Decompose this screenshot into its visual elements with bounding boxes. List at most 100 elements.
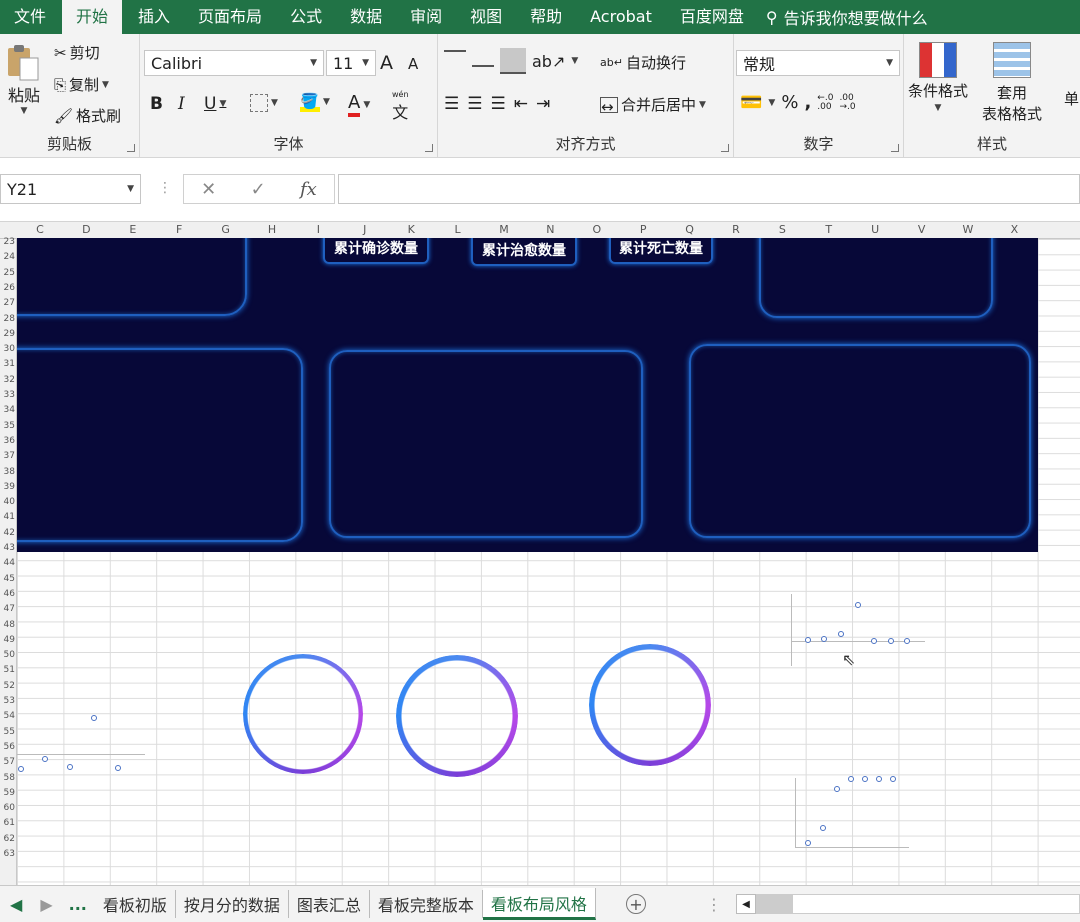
clipboard-launcher-icon[interactable] [127,144,135,152]
sheet-tab[interactable]: 看板完整版本 [370,890,483,918]
ribbon-tab[interactable]: 开始 [62,0,123,34]
scatter-point[interactable] [888,638,894,644]
alignment-launcher-icon[interactable] [721,144,729,152]
row-header[interactable]: 24 [0,252,16,262]
row-header[interactable]: 31 [0,359,16,369]
chevron-down-icon[interactable]: ▼ [363,100,370,110]
scatter-point[interactable] [876,776,882,782]
row-header[interactable]: 26 [0,283,16,293]
splitter-icon[interactable]: ⋮ [706,895,722,914]
borders-button[interactable]: ▼ [250,94,278,112]
wrap-text-button[interactable]: ab↵ 自动换行 [600,52,686,73]
worksheet-grid[interactable]: CDEFGHIJKLMNOPQRSTUVWX 23 24 25 26 27 28 29 30 3… [0,222,1080,885]
column-header[interactable]: M [481,223,527,236]
sheet-tab[interactable]: 看板布局风格 [482,888,596,920]
row-header[interactable]: 27 [0,298,16,308]
progress-ring[interactable] [243,654,363,774]
row-header[interactable]: 55 [0,727,16,737]
grow-font-button[interactable]: A [380,52,393,74]
scatter-point[interactable] [805,840,811,846]
column-header[interactable]: Q [667,223,713,236]
phonetic-button[interactable]: wén 文 [392,90,409,123]
cell-styles-button[interactable]: 单 [1064,88,1079,109]
increase-indent-icon[interactable]: ⇥ [536,94,550,114]
row-header[interactable]: 62 [0,834,16,844]
align-top-icon[interactable] [444,50,466,72]
column-header[interactable]: V [899,223,945,236]
row-header[interactable]: 43 [0,543,16,553]
orientation-icon[interactable]: ab↗ [532,52,565,71]
decrease-indent-icon[interactable]: ⇤ [514,94,528,114]
row-header[interactable]: 39 [0,482,16,492]
horizontal-scrollbar[interactable] [755,894,792,914]
font-color-button[interactable]: A ▼ [348,92,370,117]
row-header[interactable]: 42 [0,528,16,538]
row-header[interactable]: 51 [0,665,16,675]
scatter-point[interactable] [838,631,844,637]
hscroll-left-icon[interactable]: ◀ [735,894,756,914]
row-header[interactable]: 50 [0,650,16,660]
column-header[interactable]: X [991,223,1037,236]
row-header[interactable]: 48 [0,620,16,630]
row-header[interactable]: 44 [0,558,16,568]
tell-me-search[interactable]: ⚲ 告诉我你想要做什么 [758,5,928,29]
column-header[interactable]: L [435,223,481,236]
scatter-point[interactable] [18,766,24,772]
row-header[interactable]: 28 [0,314,16,324]
currency-icon[interactable]: 💳 [740,92,762,113]
scatter-point[interactable] [855,602,861,608]
comma-button[interactable]: , [804,92,811,113]
scatter-point[interactable] [67,764,73,770]
column-header[interactable]: J [342,223,388,236]
row-header[interactable]: 52 [0,681,16,691]
chevron-down-icon[interactable]: ▼ [127,184,134,194]
row-header[interactable]: 25 [0,268,16,278]
row-header[interactable]: 41 [0,512,16,522]
number-format-combo[interactable]: 常规 ▼ [736,50,900,76]
name-box[interactable]: Y21 ▼ [0,174,141,204]
scatter-point[interactable] [821,636,827,642]
row-header[interactable]: 59 [0,788,16,798]
bold-button[interactable]: B [150,94,163,114]
number-launcher-icon[interactable] [891,144,899,152]
scatter-point[interactable] [820,825,826,831]
format-painter-button[interactable]: 🖌 格式刷 [54,105,121,126]
column-header[interactable]: R [713,223,759,236]
paste-dropdown-icon[interactable]: ▼ [21,106,28,116]
row-header[interactable]: 33 [0,390,16,400]
column-header[interactable]: I [295,223,341,236]
scatter-point[interactable] [834,786,840,792]
row-header[interactable]: 34 [0,405,16,415]
format-as-table-button[interactable]: 套用 表格格式 [982,42,1042,124]
chevron-down-icon[interactable]: ▼ [323,97,330,107]
chevron-down-icon[interactable]: ▼ [219,99,226,109]
scatter-point[interactable] [890,776,896,782]
insert-function-icon[interactable]: fx [300,179,317,200]
row-header[interactable]: 32 [0,375,16,385]
scatter-point[interactable] [91,715,97,721]
shrink-font-button[interactable]: A [408,55,418,73]
increase-decimal-icon[interactable]: ←.0.00 [817,93,833,112]
column-header[interactable]: W [945,223,991,236]
column-header[interactable]: K [388,223,434,236]
align-left-icon[interactable]: ☰ [444,94,459,114]
cancel-icon[interactable]: ✕ [201,179,216,200]
add-sheet-icon[interactable]: + [625,894,646,914]
row-header[interactable]: 35 [0,421,16,431]
underline-button[interactable]: U ▼ [204,94,226,114]
ribbon-tab[interactable]: 审阅 [396,0,456,34]
column-header[interactable]: D [63,223,109,236]
chevron-down-icon[interactable]: ▼ [768,98,775,108]
row-header[interactable]: 37 [0,451,16,461]
chevron-down-icon[interactable]: ▼ [571,56,578,66]
ribbon-tab[interactable]: Acrobat [576,0,666,34]
conditional-format-button[interactable]: 条件格式 ▼ [908,42,968,113]
row-header[interactable]: 53 [0,696,16,706]
row-header[interactable]: 61 [0,818,16,828]
column-header[interactable]: T [806,223,852,236]
row-header[interactable]: 57 [0,757,16,767]
scatter-point[interactable] [115,765,121,771]
decrease-decimal-icon[interactable]: .00 →.0 [839,93,855,112]
row-header[interactable]: 54 [0,711,16,721]
row-header[interactable]: 63 [0,849,16,859]
